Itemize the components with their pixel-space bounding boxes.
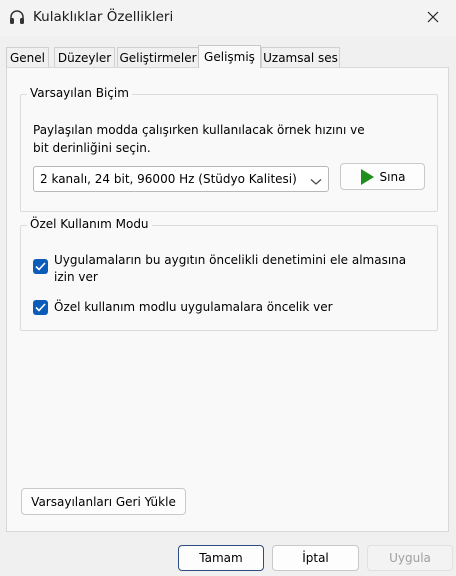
tab-gelistirmeler[interactable]: Geliştirmeler bbox=[117, 47, 199, 67]
allow-exclusive-control-label: Uygulamaların bu aygıtın öncelikli denet… bbox=[54, 253, 407, 284]
headphones-icon bbox=[8, 8, 26, 26]
exclusive-priority-label: Özel kullanım modlu uygulamalara öncelik… bbox=[54, 300, 333, 314]
close-icon bbox=[427, 11, 439, 26]
tab-gelismis[interactable]: Gelişmiş bbox=[198, 45, 261, 68]
test-button[interactable]: Sına bbox=[340, 163, 425, 190]
default-format-group: Varsayılan Biçim Paylaşılan modda çalışı… bbox=[20, 86, 438, 212]
restore-defaults-button[interactable]: Varsayılanları Geri Yükle bbox=[21, 488, 186, 515]
exclusive-mode-group: Özel Kullanım Modu Uygulamaların bu aygı… bbox=[20, 217, 438, 331]
format-select-value: 2 kanalı, 24 bit, 96000 Hz (Stüdyo Kalit… bbox=[40, 172, 297, 186]
tab-uzamsal-ses[interactable]: Uzamsal ses bbox=[261, 47, 340, 67]
chevron-down-icon bbox=[310, 175, 322, 189]
ok-button[interactable]: Tamam bbox=[178, 545, 264, 571]
close-button[interactable] bbox=[410, 0, 456, 36]
exclusive-priority-option[interactable]: Özel kullanım modlu uygulamalara öncelik… bbox=[33, 299, 433, 317]
cancel-button[interactable]: İptal bbox=[272, 545, 359, 571]
allow-exclusive-control-checkbox[interactable] bbox=[33, 259, 48, 274]
format-select[interactable]: 2 kanalı, 24 bit, 96000 Hz (Stüdyo Kalit… bbox=[33, 166, 329, 192]
title-bar: Kulaklıklar Özellikleri bbox=[0, 0, 456, 36]
default-format-description: Paylaşılan modda çalışırken kullanılacak… bbox=[33, 123, 365, 155]
tab-genel[interactable]: Genel bbox=[6, 47, 49, 67]
allow-exclusive-control-option[interactable]: Uygulamaların bu aygıtın öncelikli denet… bbox=[33, 252, 433, 288]
exclusive-mode-legend: Özel Kullanım Modu bbox=[27, 217, 152, 231]
exclusive-priority-checkbox[interactable] bbox=[33, 300, 48, 315]
apply-button[interactable]: Uygula bbox=[367, 545, 453, 571]
advanced-tab-panel: Varsayılan Biçim Paylaşılan modda çalışı… bbox=[6, 67, 449, 532]
window-title: Kulaklıklar Özellikleri bbox=[33, 9, 174, 25]
play-icon bbox=[360, 168, 374, 185]
test-button-label: Sına bbox=[379, 169, 406, 184]
default-format-legend: Varsayılan Biçim bbox=[27, 86, 132, 100]
tab-duzeyler[interactable]: Düzeyler bbox=[54, 47, 115, 67]
